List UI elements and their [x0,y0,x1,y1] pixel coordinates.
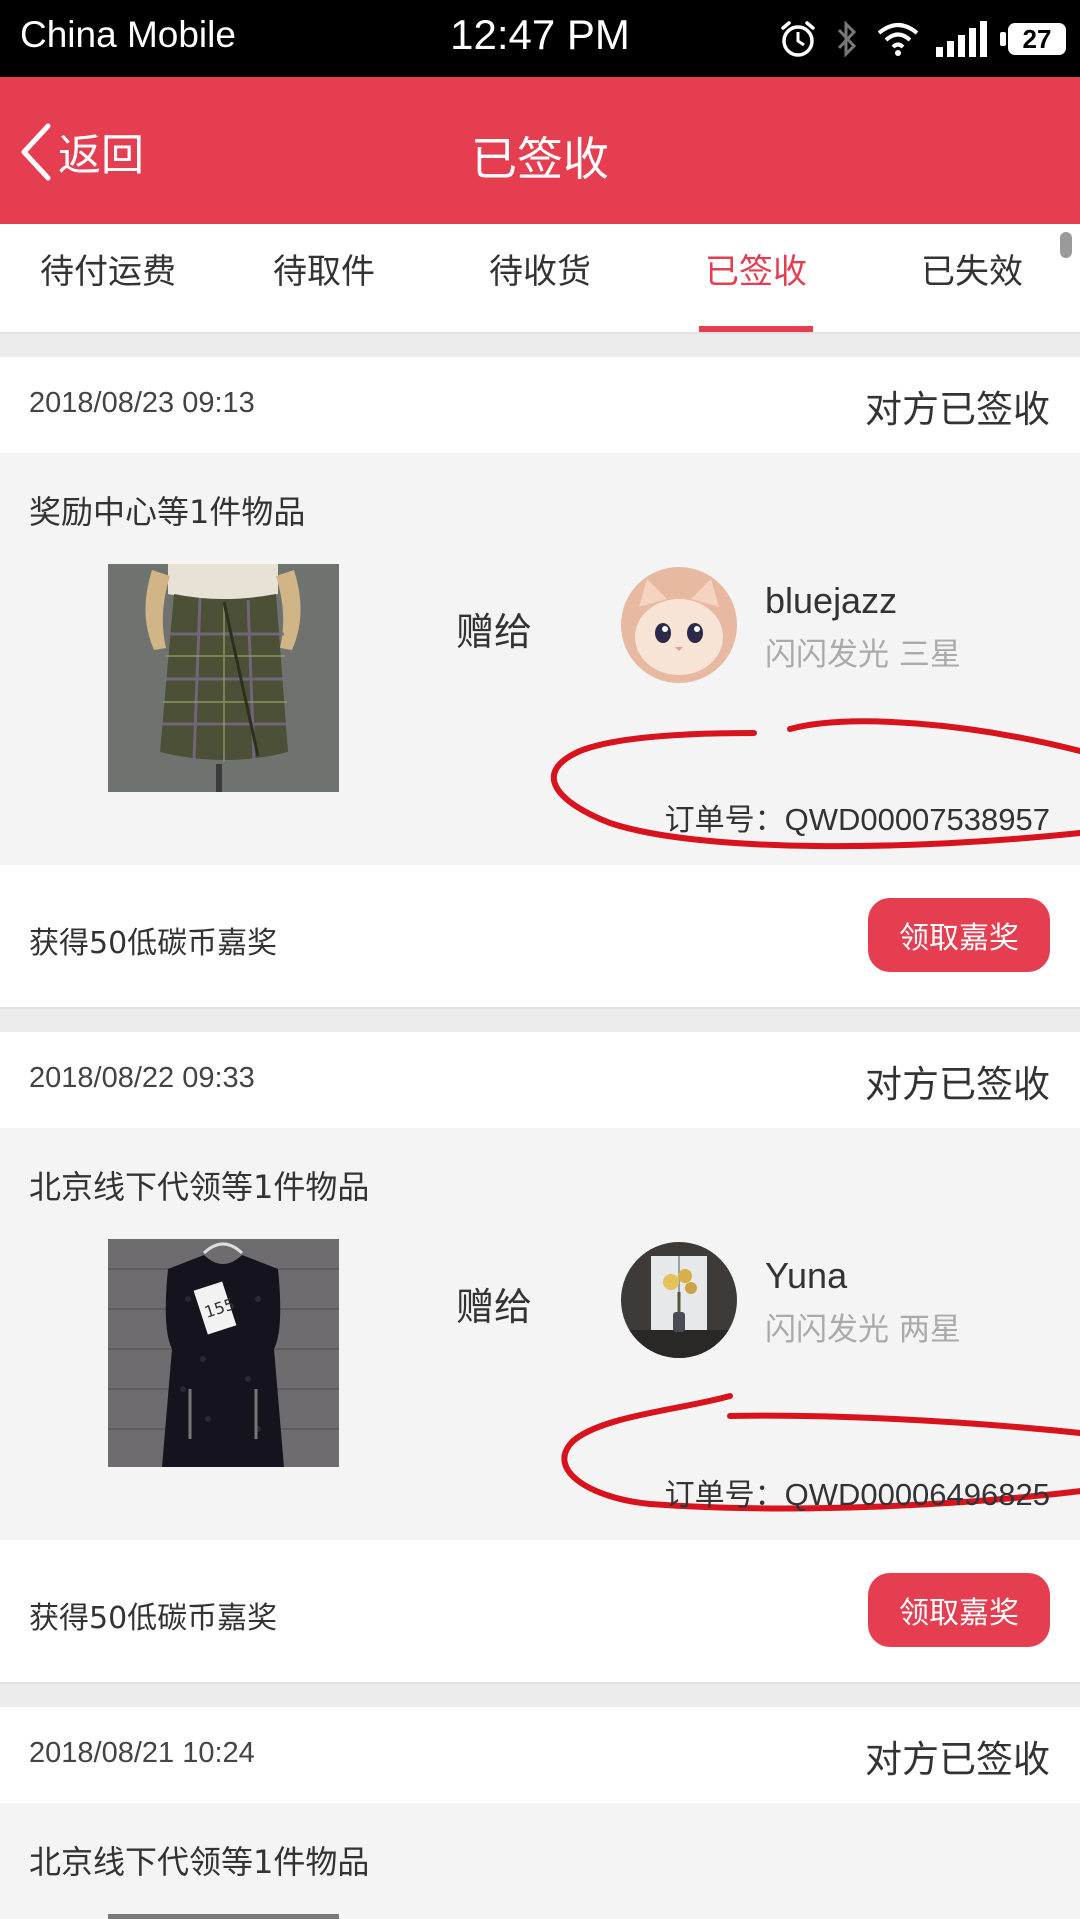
order-card-body[interactable]: 奖励中心等1件物品 赠给 bluejazz 闪闪发光 三星 订单号：QWD000… [0,453,1080,865]
order-number-value: QWD00007538957 [784,802,1050,837]
order-card-header: 2018/08/21 10:24 对方已签收 [0,1707,1080,1803]
claim-reward-button[interactable]: 领取嘉奖 [868,898,1050,972]
order-number: 订单号：QWD00006496825 [665,1470,1050,1514]
item-title: 奖励中心等1件物品 [29,493,306,531]
claim-reward-button[interactable]: 领取嘉奖 [868,1573,1050,1647]
order-card-body[interactable]: 北京线下代领等1件物品 [0,1803,1080,1919]
status-bar: China Mobile 12:47 PM 27 [0,0,1080,77]
signal-icon [936,21,987,57]
order-date: 2018/08/21 10:24 [29,1737,255,1769]
bluetooth-icon [837,20,857,58]
tab-pending-shipping-fee[interactable]: 待付运费 [0,224,216,332]
gift-to-label: 赠给 [456,610,533,654]
tab-scrollbar[interactable] [1060,232,1072,258]
recipient-name: bluejazz [765,580,898,621]
order-card: 2018/08/22 09:33 对方已签收 北京线下代领等1件物品 155 赠… [0,1032,1080,1684]
battery-icon: 27 [1000,23,1066,55]
order-number-label: 订单号： [664,803,785,838]
recipient-name: Yuna [765,1255,848,1296]
item-photo[interactable] [108,1914,339,1919]
order-date: 2018/08/23 09:13 [29,387,255,419]
order-status: 对方已签收 [865,1738,1050,1781]
gift-to-label: 赠给 [456,1285,533,1329]
order-card-footer: 获得50低碳币嘉奖 领取嘉奖 [0,1540,1080,1684]
tab-pending-pickup[interactable]: 待取件 [216,224,432,332]
order-card: 2018/08/21 10:24 对方已签收 北京线下代领等1件物品 [0,1707,1080,1919]
recipient-level: 闪闪发光 三星 [765,637,961,673]
tab-pending-receipt[interactable]: 待收货 [432,224,648,332]
flower-vase-avatar[interactable] [621,1242,737,1358]
tab-expired[interactable]: 已失效 [864,224,1080,332]
nav-header: 返回 已签收 [0,77,1080,224]
recipient-level: 闪闪发光 两星 [765,1312,961,1348]
order-status: 对方已签收 [865,1063,1050,1106]
plaid-skirt-photo[interactable] [108,564,339,792]
status-tabs: 待付运费 待取件 待收货 已签收 已失效 [0,224,1080,334]
reward-text: 获得50低碳币嘉奖 [29,1601,278,1636]
sequin-dress-photo[interactable]: 155 [108,1239,339,1467]
order-number-label: 订单号： [664,1478,785,1513]
item-title: 北京线下代领等1件物品 [29,1843,370,1881]
order-number: 订单号：QWD00007538957 [665,795,1050,839]
order-card: 2018/08/23 09:13 对方已签收 奖励中心等1件物品 赠给 blue… [0,357,1080,1009]
order-status: 对方已签收 [865,388,1050,431]
order-card-footer: 获得50低碳币嘉奖 领取嘉奖 [0,865,1080,1009]
reward-text: 获得50低碳币嘉奖 [29,926,278,961]
active-tab-indicator [699,326,813,332]
tab-signed[interactable]: 已签收 [648,224,864,332]
alarm-icon [781,21,815,57]
order-number-value: QWD00006496825 [784,1477,1050,1512]
order-card-header: 2018/08/23 09:13 对方已签收 [0,357,1080,453]
item-title: 北京线下代领等1件物品 [29,1168,370,1206]
order-date: 2018/08/22 09:33 [29,1062,255,1094]
order-card-header: 2018/08/22 09:33 对方已签收 [0,1032,1080,1128]
cat-avatar[interactable] [621,567,737,683]
order-card-body[interactable]: 北京线下代领等1件物品 155 赠给 Yuna 闪闪发光 两星 订单号：QWD0… [0,1128,1080,1540]
page-title: 已签收 [471,132,609,186]
wifi-icon [877,23,919,56]
